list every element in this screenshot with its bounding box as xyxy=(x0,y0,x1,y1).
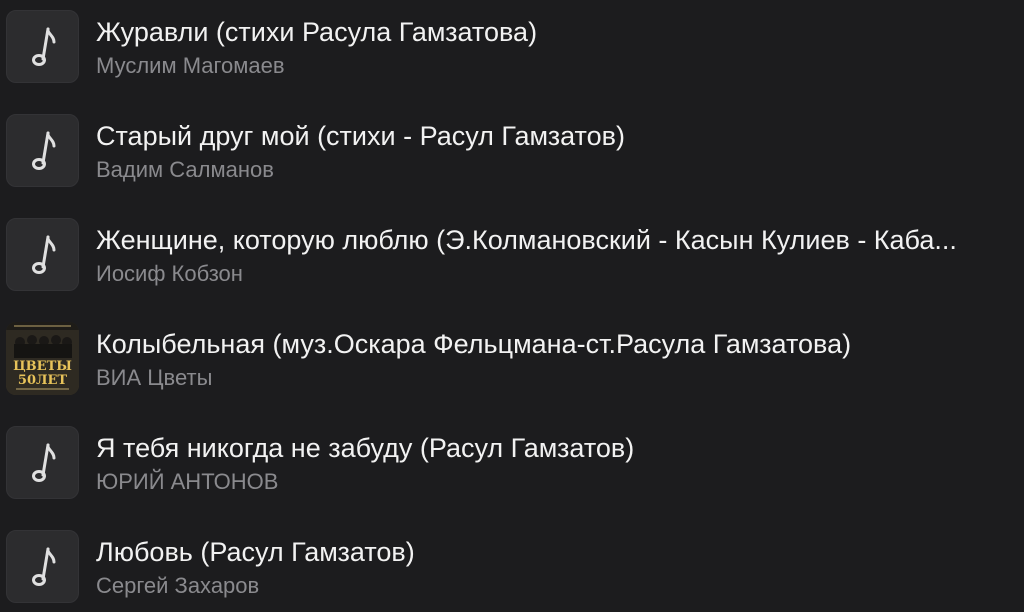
music-note-icon xyxy=(6,218,79,291)
cover-text: 50ЛЕТ xyxy=(18,373,67,388)
music-note-icon xyxy=(6,426,79,499)
track-artist: ВИА Цветы xyxy=(96,365,213,390)
track-row[interactable]: Женщине, которую люблю (Э.Колмановский -… xyxy=(0,208,1024,312)
track-row[interactable]: ЦВЕТЫ 50ЛЕТ Колыбельная (муз.Оскара Фель… xyxy=(0,312,1024,416)
cover-text: ЦВЕТЫ xyxy=(13,359,72,374)
track-list: Журавли (стихи Расула Гамзатова) Муслим … xyxy=(0,0,1024,612)
track-row[interactable]: Старый друг мой (стихи - Расул Гамзатов)… xyxy=(0,104,1024,208)
music-note-icon xyxy=(6,530,79,603)
track-artist: ЮРИЙ АНТОНОВ xyxy=(96,469,279,494)
track-artist: Вадим Салманов xyxy=(96,157,274,182)
music-note-icon xyxy=(6,114,79,187)
track-row[interactable]: Любовь (Расул Гамзатов) Сергей Захаров xyxy=(0,520,1024,612)
track-title: Любовь (Расул Гамзатов) xyxy=(96,537,415,567)
track-title: Старый друг мой (стихи - Расул Гамзатов) xyxy=(96,121,625,151)
track-title: Колыбельная (муз.Оскара Фельцмана-ст.Рас… xyxy=(96,329,852,359)
track-artist: Иосиф Кобзон xyxy=(96,261,243,286)
track-artist: Муслим Магомаев xyxy=(96,53,285,78)
album-cover: ЦВЕТЫ 50ЛЕТ xyxy=(6,322,79,395)
track-row[interactable]: Я тебя никогда не забуду (Расул Гамзатов… xyxy=(0,416,1024,520)
track-title: Женщине, которую люблю (Э.Колмановский -… xyxy=(96,225,957,255)
track-title: Я тебя никогда не забуду (Расул Гамзатов… xyxy=(96,433,635,463)
track-title: Журавли (стихи Расула Гамзатова) xyxy=(96,17,538,47)
track-artist: Сергей Захаров xyxy=(96,573,260,598)
track-row[interactable]: Журавли (стихи Расула Гамзатова) Муслим … xyxy=(0,0,1024,104)
music-note-icon xyxy=(6,10,79,83)
